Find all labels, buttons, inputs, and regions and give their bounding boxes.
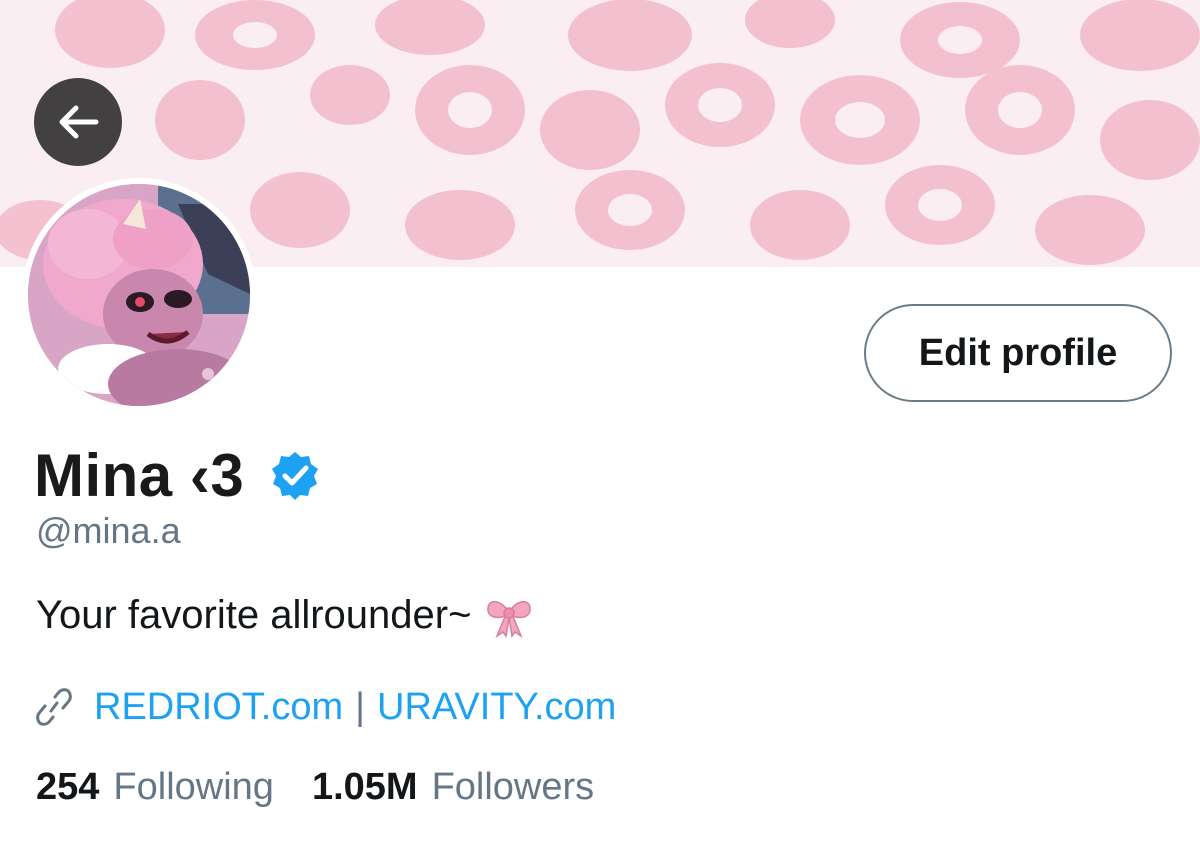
back-button[interactable] — [34, 78, 122, 166]
user-handle: @mina.a — [36, 510, 181, 551]
avatar[interactable] — [22, 178, 256, 412]
followers-count: 1.05M — [311, 766, 418, 808]
following-stat[interactable]: 254 Following — [36, 766, 274, 809]
link-separator: | — [355, 685, 366, 728]
website-link-1[interactable]: REDRIOT.com — [94, 686, 343, 729]
arrow-left-icon — [59, 105, 99, 139]
follow-stats: 254 Following 1.05M Followers — [36, 766, 594, 809]
following-count: 254 — [36, 766, 100, 808]
verified-badge-icon — [272, 452, 319, 500]
edit-profile-button[interactable]: Edit profile — [864, 304, 1172, 402]
bio-text: Your favorite allrounder~ — [36, 593, 472, 637]
profile-links: REDRIOT.com | URAVITY.com — [36, 682, 616, 732]
following-label: Following — [113, 766, 274, 808]
website-link-2[interactable]: URAVITY.com — [377, 686, 616, 729]
link-icon — [36, 688, 72, 726]
name-row: Mina ‹3 — [34, 440, 320, 510]
bio: Your favorite allrounder~ — [36, 593, 533, 638]
display-name: Mina ‹3 — [34, 441, 245, 509]
followers-stat[interactable]: 1.05M Followers — [312, 766, 594, 809]
followers-label: Followers — [431, 766, 595, 808]
ribbon-icon — [487, 600, 532, 638]
